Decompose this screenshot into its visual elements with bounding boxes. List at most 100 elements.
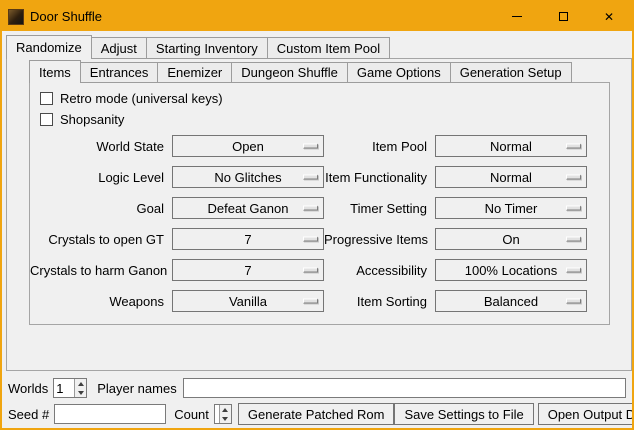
count-spin-arrows [219, 405, 231, 423]
option-label: Progressive Items [324, 232, 427, 247]
dropdown-value: No Glitches [214, 170, 281, 185]
primary-tab-bar: Randomize Adjust Starting Inventory Cust… [6, 35, 389, 59]
maximize-icon [559, 12, 568, 21]
tab-generation-setup[interactable]: Generation Setup [450, 62, 572, 83]
dropdown-value: Vanilla [229, 294, 267, 309]
option-row: World State Open Item Pool Normal [30, 135, 609, 157]
option-row: Goal Defeat Ganon Timer Setting No Timer [30, 197, 609, 219]
count-spin-down-button[interactable] [220, 414, 231, 423]
tab-randomize[interactable]: Randomize [6, 35, 92, 59]
arrow-up-icon [222, 408, 228, 412]
option-label: Item Sorting [324, 294, 427, 309]
minimize-button[interactable] [494, 2, 540, 31]
dropdown-value: 7 [244, 232, 251, 247]
count-spinbox [214, 404, 232, 424]
option-row: Crystals to harm Ganon 7 Accessibility 1… [30, 259, 609, 281]
dropdown-indicator-icon [566, 144, 581, 149]
option-label: Goal [30, 201, 164, 216]
worlds-spin-down-button[interactable] [75, 388, 86, 397]
checkbox-label: Retro mode (universal keys) [60, 91, 223, 106]
window-title: Door Shuffle [30, 9, 102, 24]
dropdown-indicator-icon [303, 144, 318, 149]
dropdown-indicator-icon [566, 175, 581, 180]
option-label: Accessibility [324, 263, 427, 278]
tab-enemizer[interactable]: Enemizer [157, 62, 232, 83]
dropdown-indicator-icon [303, 175, 318, 180]
retro-mode-checkbox[interactable] [40, 92, 53, 105]
minimize-icon [512, 16, 522, 17]
worlds-input[interactable] [54, 379, 74, 397]
tab-starting-inventory[interactable]: Starting Inventory [146, 37, 268, 59]
world-state-dropdown[interactable]: Open [172, 135, 324, 157]
count-spin-up-button[interactable] [220, 405, 231, 414]
bottom-row-1: Worlds Player names [8, 377, 626, 399]
option-label: Item Pool [324, 139, 427, 154]
goal-dropdown[interactable]: Defeat Ganon [172, 197, 324, 219]
weapons-dropdown[interactable]: Vanilla [172, 290, 324, 312]
count-label: Count [174, 407, 209, 422]
dropdown-indicator-icon [303, 206, 318, 211]
logic-level-dropdown[interactable]: No Glitches [172, 166, 324, 188]
app-window: Door Shuffle ✕ Randomize Adjust Starting… [0, 0, 634, 430]
retro-mode-row: Retro mode (universal keys) [40, 88, 609, 109]
checkbox-label: Shopsanity [60, 112, 124, 127]
timer-setting-dropdown[interactable]: No Timer [435, 197, 587, 219]
option-label: Crystals to open GT [30, 232, 164, 247]
shopsanity-checkbox[interactable] [40, 113, 53, 126]
open-output-directory-button[interactable]: Open Output Directory [538, 403, 634, 425]
save-settings-button[interactable]: Save Settings to File [394, 403, 533, 425]
option-label: Weapons [30, 294, 164, 309]
option-row: Logic Level No Glitches Item Functionali… [30, 166, 609, 188]
maximize-button[interactable] [540, 2, 586, 31]
option-row: Weapons Vanilla Item Sorting Balanced [30, 290, 609, 312]
titlebar[interactable]: Door Shuffle ✕ [2, 2, 632, 31]
dropdown-value: Normal [490, 170, 532, 185]
dropdown-indicator-icon [303, 237, 318, 242]
dropdown-indicator-icon [566, 237, 581, 242]
player-names-input[interactable] [183, 378, 626, 398]
tab-custom-item-pool[interactable]: Custom Item Pool [267, 37, 390, 59]
item-pool-dropdown[interactable]: Normal [435, 135, 587, 157]
option-grid: World State Open Item Pool Normal Logic … [30, 135, 609, 312]
dropdown-value: Open [232, 139, 264, 154]
close-icon: ✕ [604, 11, 614, 23]
shopsanity-row: Shopsanity [40, 109, 609, 130]
window-controls: ✕ [494, 2, 632, 31]
option-label: World State [30, 139, 164, 154]
worlds-spin-up-button[interactable] [75, 379, 86, 388]
worlds-spin-arrows [74, 379, 86, 397]
arrow-down-icon [222, 417, 228, 421]
item-functionality-dropdown[interactable]: Normal [435, 166, 587, 188]
option-label: Item Functionality [324, 170, 427, 185]
dropdown-value: Defeat Ganon [208, 201, 289, 216]
seed-input[interactable] [54, 404, 166, 424]
dropdown-indicator-icon [566, 299, 581, 304]
dropdown-indicator-icon [566, 268, 581, 273]
progressive-items-dropdown[interactable]: On [435, 228, 587, 250]
tab-game-options[interactable]: Game Options [347, 62, 451, 83]
secondary-tab-bar: Items Entrances Enemizer Dungeon Shuffle… [29, 60, 571, 83]
item-sorting-dropdown[interactable]: Balanced [435, 290, 587, 312]
tab-adjust[interactable]: Adjust [91, 37, 147, 59]
dropdown-value: Normal [490, 139, 532, 154]
option-label: Timer Setting [324, 201, 427, 216]
tab-items[interactable]: Items [29, 60, 81, 83]
option-label: Crystals to harm Ganon [30, 263, 164, 278]
accessibility-dropdown[interactable]: 100% Locations [435, 259, 587, 281]
dropdown-value: 100% Locations [465, 263, 558, 278]
generate-patched-rom-button[interactable]: Generate Patched Rom [238, 403, 395, 425]
crystals-open-gt-dropdown[interactable]: 7 [172, 228, 324, 250]
dropdown-indicator-icon [303, 268, 318, 273]
worlds-label: Worlds [8, 381, 48, 396]
option-row: Crystals to open GT 7 Progressive Items … [30, 228, 609, 250]
option-label: Logic Level [30, 170, 164, 185]
dropdown-value: 7 [244, 263, 251, 278]
bottom-row-2: Seed # Count Generate Patched Rom Save S… [8, 403, 626, 425]
arrow-down-icon [78, 391, 84, 395]
dropdown-value: No Timer [485, 201, 538, 216]
tab-dungeon-shuffle[interactable]: Dungeon Shuffle [231, 62, 348, 83]
close-button[interactable]: ✕ [586, 2, 632, 31]
tab-entrances[interactable]: Entrances [80, 62, 159, 83]
items-pane: Retro mode (universal keys) Shopsanity W… [29, 82, 610, 325]
crystals-harm-ganon-dropdown[interactable]: 7 [172, 259, 324, 281]
